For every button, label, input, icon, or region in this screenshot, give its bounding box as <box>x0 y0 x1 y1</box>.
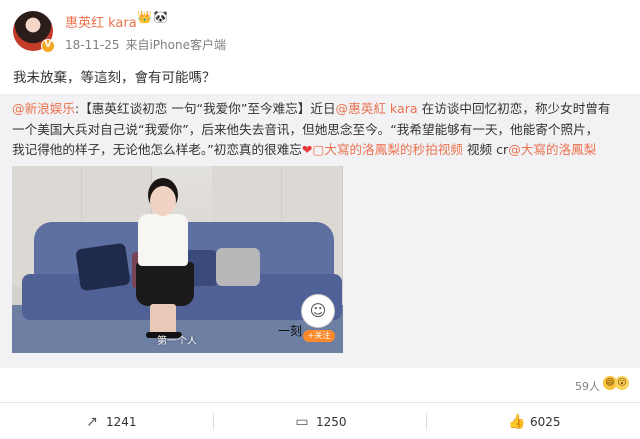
person-head <box>150 186 176 216</box>
video-thumbnail[interactable]: 第一个人 一刻 ☺ +关注 <box>12 166 343 353</box>
video-link[interactable]: ▢大寫的洛鳳梨的秒拍视频 <box>312 142 462 157</box>
panda-badge-icon[interactable]: 🐼 <box>153 10 168 24</box>
repost-text-segment: 视频 cr <box>462 142 509 157</box>
person-body <box>138 214 188 266</box>
pillow <box>216 248 260 286</box>
likers-row: 59人 😄 😮 <box>0 368 640 402</box>
divider <box>213 413 214 430</box>
repost-text-segment: 我记得他的样子，无论他怎么样老。”初恋真的很难忘 <box>12 142 302 157</box>
like-button[interactable]: 👍 6025 <box>508 403 561 439</box>
comment-count: 1250 <box>316 414 347 429</box>
username-link[interactable]: 惠英红 kara <box>65 12 137 31</box>
mention-link-credit[interactable]: @大寫的洛鳳梨 <box>508 142 596 157</box>
repost-text-segment: :【惠英红谈初恋 一句“我爱你”至今难忘】近日 <box>74 101 336 116</box>
repost-count: 1241 <box>106 414 137 429</box>
verified-badge-icon: V <box>41 39 55 53</box>
comment-button[interactable]: ▭ 1250 <box>294 403 347 439</box>
likers-count[interactable]: 59人 <box>575 378 600 394</box>
repost-card[interactable]: @新浪娱乐:【惠英红谈初恋 一句“我爱你”至今难忘】近日@惠英紅 kara 在访… <box>0 94 640 368</box>
comment-icon: ▭ <box>295 413 309 430</box>
user-badges: 👑🐼 <box>137 10 168 24</box>
person-skirt <box>136 262 194 306</box>
crown-badge-icon[interactable]: 👑 <box>137 10 152 24</box>
surprised-emoji-icon: 😮 <box>615 376 629 390</box>
repost-text: @新浪娱乐:【惠英红谈初恋 一句“我爱你”至今难忘】近日@惠英紅 kara 在访… <box>12 99 634 161</box>
mention-link-sina-ent[interactable]: @新浪娱乐 <box>12 101 75 116</box>
post-text: 我未放棄，等這刻，會有可能嗎？ <box>13 70 216 86</box>
thumbs-up-icon: 👍 <box>508 413 526 430</box>
mention-link-kara[interactable]: @惠英紅 kara <box>336 101 418 116</box>
post-header: V 惠英红 kara 👑🐼 18-11-25 来自iPhone客户端 <box>0 0 640 60</box>
repost-text-segment: 在访谈中回忆初恋，称少女时曾有 <box>417 101 611 116</box>
pillow <box>75 242 131 292</box>
like-count: 6025 <box>530 414 561 429</box>
repost-button[interactable]: ↗ 1241 <box>84 403 137 439</box>
post-date[interactable]: 18-11-25 <box>65 38 119 52</box>
channel-avatar-icon[interactable]: ☺ <box>301 294 335 328</box>
video-caption: 第一个人 <box>157 336 197 347</box>
post-source[interactable]: 来自iPhone客户端 <box>125 38 226 52</box>
repost-icon: ↗ <box>86 413 98 430</box>
video-watermark: 一刻 <box>278 324 303 338</box>
post-meta: 18-11-25 来自iPhone客户端 <box>65 36 226 53</box>
follow-button[interactable]: +关注 <box>303 330 335 342</box>
divider <box>426 413 427 430</box>
repost-text-segment: 一个美国大兵对自己说“我爱你”，后来他失去音讯，但她思念至今。“我希望能够有一天… <box>12 121 599 137</box>
action-bar: ↗ 1241 ▭ 1250 👍 6025 <box>0 402 640 439</box>
heart-icon: ❤ <box>301 142 313 157</box>
